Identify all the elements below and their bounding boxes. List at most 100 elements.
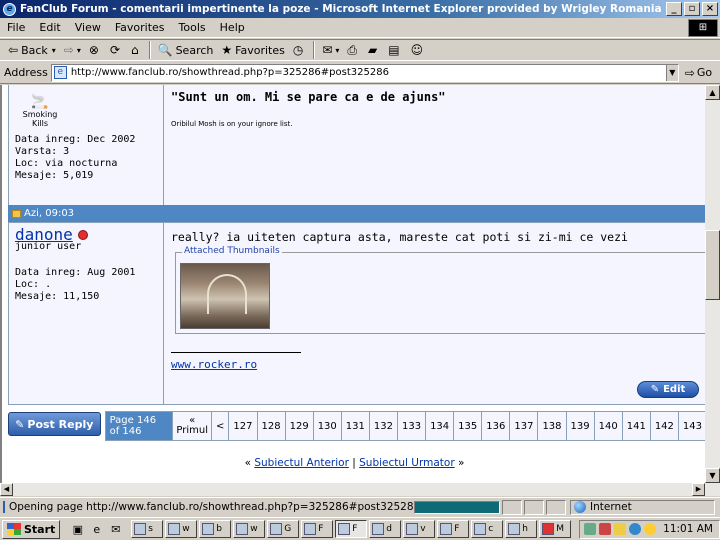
scroll-thumb[interactable] [705,230,720,300]
tray-app-icon[interactable] [614,523,627,535]
minimize-button[interactable]: _ [666,2,682,16]
address-input[interactable]: e http://www.fanclub.ro/showthread.php?p… [50,63,679,82]
maximize-button[interactable]: ▫ [684,2,700,16]
taskbar-task[interactable]: G [267,520,300,538]
menu-file[interactable]: File [0,21,32,34]
next-thread-link[interactable]: Subiectul Urmator [359,457,455,469]
search-button[interactable]: 🔍 Search [154,40,218,60]
taskbar-task[interactable]: h [505,520,538,538]
taskbar-task[interactable]: c [471,520,504,538]
favorites-button[interactable]: ★ Favorites [217,40,288,60]
taskbar-task[interactable]: w [233,520,266,538]
page-link[interactable]: 140 [594,412,623,440]
attachment-thumbnail[interactable] [180,263,270,329]
task-app-icon [202,523,215,535]
task-app-icon [168,523,181,535]
smiley-icon: ☺ [410,43,424,57]
page-link[interactable]: 133 [397,412,427,440]
taskbar-task[interactable]: v [403,520,436,538]
pagination: Page 146 of 146 « Primul < 127 128 129 1… [104,411,705,441]
start-button[interactable]: Start [2,519,61,539]
page-link[interactable]: 136 [482,412,511,440]
page-link[interactable]: 138 [538,412,567,440]
page-link[interactable]: 141 [622,412,651,440]
forward-button[interactable]: ⇨ ▾ [60,40,85,60]
window-title-bar[interactable]: e FanClub Forum - comentarii impertinent… [0,0,720,18]
tray-globe-icon[interactable] [629,523,642,535]
history-button[interactable]: ◷ [289,40,310,60]
first-page-link[interactable]: « Primul [173,412,213,440]
page-link[interactable]: 142 [650,412,679,440]
cigarette-icon: 🚬 [31,94,49,110]
prev-page-link[interactable]: < [212,412,230,440]
post-reply-button[interactable]: ✎ Post Reply [8,412,101,436]
page-link[interactable]: 137 [510,412,539,440]
page-link[interactable]: 128 [257,412,286,440]
tray-network-icon[interactable] [584,523,597,535]
taskbar-task[interactable]: d [369,520,402,538]
signature-link[interactable]: www.rocker.ro [171,358,701,371]
page-link[interactable]: 132 [369,412,398,440]
page-link[interactable]: 129 [285,412,314,440]
vertical-scrollbar[interactable]: ▲ ▼ [705,85,720,483]
forward-dropdown-icon[interactable]: ▾ [77,46,81,55]
close-button[interactable]: × [702,2,718,16]
taskbar-task[interactable]: F [301,520,334,538]
stop-button[interactable]: ⊗ [85,40,106,60]
menu-view[interactable]: View [68,21,108,34]
mail-dropdown-icon[interactable]: ▾ [335,46,339,55]
discuss-button[interactable]: ▤ [384,40,406,60]
offline-status-icon [77,230,88,240]
scroll-up-arrow-icon[interactable]: ▲ [705,85,720,100]
taskbar-task[interactable]: w [165,520,198,538]
menu-edit[interactable]: Edit [32,21,67,34]
page-link[interactable]: 127 [229,412,258,440]
page-link[interactable]: 130 [313,412,342,440]
page-link[interactable]: 131 [341,412,370,440]
taskbar-task[interactable]: s [131,520,164,538]
favorites-icon: ★ [221,43,233,57]
edit-button[interactable]: ✎ Edit [637,381,699,398]
taskbar-task-active[interactable]: F [335,520,368,538]
outlook-quicklaunch-icon[interactable]: ✉ [108,522,123,537]
taskbar-task[interactable]: M [539,520,572,538]
scroll-right-arrow-icon[interactable]: ▶ [692,483,705,496]
address-dropdown-icon[interactable]: ▼ [665,64,678,81]
page-link[interactable]: 143 [678,412,705,440]
standard-toolbar: ⇦ Back ▾ ⇨ ▾ ⊗ ⟳ ⌂ 🔍 Search ★ Favorites ◷ ✉ ▾ … [0,39,720,61]
previous-thread-link[interactable]: Subiectul Anterior [254,457,349,469]
back-button[interactable]: ⇦ Back ▾ [4,40,60,60]
page-link[interactable]: 134 [426,412,455,440]
tray-messenger-icon[interactable] [644,523,657,535]
folder-button[interactable]: ▰ [364,40,384,60]
home-button[interactable]: ⌂ [127,40,146,60]
taskbar-task[interactable]: F [437,520,470,538]
menu-help[interactable]: Help [213,21,252,34]
mail-button[interactable]: ✉ ▾ [318,40,343,60]
username-link[interactable]: danone [15,227,157,243]
back-dropdown-icon[interactable]: ▾ [52,46,56,55]
print-button[interactable]: ⎙ [343,40,364,60]
go-button[interactable]: ⇨ Go [685,66,712,80]
menu-tools[interactable]: Tools [172,21,213,34]
show-desktop-icon[interactable]: ▣ [70,522,85,537]
task-app-icon [304,523,317,535]
menu-favorites[interactable]: Favorites [108,21,172,34]
scroll-left-arrow-icon[interactable]: ◀ [0,483,13,496]
ie-quicklaunch-icon[interactable]: e [89,522,104,537]
refresh-button[interactable]: ⟳ [106,40,127,60]
page-info: Page 146 of 146 [105,412,174,440]
tray-antivirus-icon[interactable] [599,523,612,535]
clock[interactable]: 11:01 AM [663,523,713,535]
horizontal-scrollbar[interactable]: ◀ ▶ [0,483,720,496]
taskbar-task[interactable]: b [199,520,232,538]
windows-flag-icon [7,523,21,535]
status-pane [524,499,544,515]
page-link[interactable]: 139 [566,412,595,440]
scroll-down-arrow-icon[interactable]: ▼ [705,468,720,483]
messenger-button[interactable]: ☺ [407,40,431,60]
page-link[interactable]: 135 [454,412,483,440]
forum-post: danone junior user Data inreg: Aug 2001 … [8,222,705,405]
folder-icon: ▰ [368,43,378,57]
page-content[interactable]: 🚬 Smoking Kills Data inreg: Dec 2002 Var… [0,85,705,483]
